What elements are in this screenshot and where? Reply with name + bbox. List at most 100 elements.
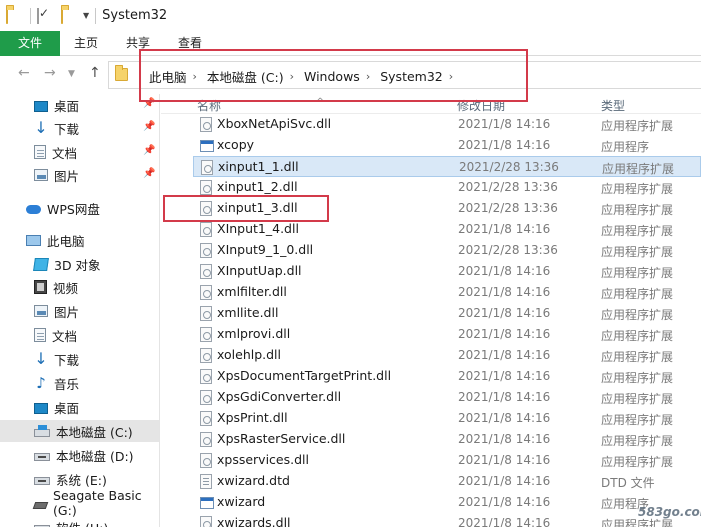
breadcrumb-system32[interactable]: System32 bbox=[380, 69, 443, 84]
file-row[interactable]: xinput1_2.dll 2021/2/28 13:36 应用程序扩展 bbox=[193, 177, 701, 198]
file-type: 应用程序扩展 bbox=[601, 371, 674, 385]
exe-icon bbox=[200, 140, 214, 152]
file-row[interactable]: xmlfilter.dll 2021/1/8 14:16 应用程序扩展 bbox=[193, 282, 701, 303]
tab-file[interactable]: 文件 bbox=[0, 31, 61, 56]
file-row[interactable]: xwizard 2021/1/8 14:16 应用程序 bbox=[193, 492, 701, 513]
nav-item-documents[interactable]: 文档 bbox=[0, 141, 159, 163]
breadcrumb-this-pc[interactable]: 此电脑 bbox=[149, 67, 187, 86]
file-name: XInput1_4.dll bbox=[217, 221, 299, 236]
new-folder-icon[interactable] bbox=[61, 7, 77, 24]
nav-item-desktop-pc[interactable]: 桌面 bbox=[0, 396, 159, 418]
file-type: 应用程序扩展 bbox=[601, 182, 674, 196]
nav-item-downloads-pc[interactable]: ↓ 下载 bbox=[0, 348, 159, 370]
file-name: xmlfilter.dll bbox=[217, 284, 287, 299]
file-type: 应用程序扩展 bbox=[601, 203, 674, 217]
file-date: 2021/1/8 14:16 bbox=[458, 138, 551, 152]
pin-icon[interactable]: 📌 bbox=[143, 145, 155, 156]
file-row[interactable]: XpsGdiConverter.dll 2021/1/8 14:16 应用程序扩展 bbox=[193, 387, 701, 408]
music-icon: ♪ bbox=[36, 374, 46, 392]
nav-item-music[interactable]: ♪ 音乐 bbox=[0, 372, 159, 394]
file-date: 2021/2/28 13:36 bbox=[459, 160, 559, 174]
file-name: XpsPrint.dll bbox=[217, 410, 288, 425]
file-row[interactable]: XpsDocumentTargetPrint.dll 2021/1/8 14:16… bbox=[193, 366, 701, 387]
nav-item-wps-cloud[interactable]: WPS网盘 bbox=[0, 197, 159, 219]
chevron-right-icon[interactable]: › bbox=[193, 70, 197, 83]
properties-icon[interactable] bbox=[37, 7, 53, 24]
file-row[interactable]: xinput1_3.dll 2021/2/28 13:36 应用程序扩展 bbox=[193, 198, 701, 219]
file-row[interactable]: XInput1_4.dll 2021/1/8 14:16 应用程序扩展 bbox=[193, 219, 701, 240]
file-row[interactable]: xinput1_1.dll 2021/2/28 13:36 应用程序扩展 bbox=[193, 156, 701, 177]
nav-item-seagate-g[interactable]: Seagate Basic (G:) bbox=[0, 488, 159, 518]
nav-item-local-disk-c[interactable]: 本地磁盘 (C:) bbox=[0, 420, 159, 442]
nav-item-label: 下载 bbox=[54, 352, 80, 368]
file-date: 2021/1/8 14:16 bbox=[458, 117, 551, 131]
file-name: XpsDocumentTargetPrint.dll bbox=[217, 368, 392, 383]
file-type: 应用程序扩展 bbox=[601, 434, 674, 448]
dll-icon bbox=[200, 369, 212, 384]
file-row[interactable]: XpsRasterService.dll 2021/1/8 14:16 应用程序扩展 bbox=[193, 429, 701, 450]
file-row[interactable]: XInputUap.dll 2021/1/8 14:16 应用程序扩展 bbox=[193, 261, 701, 282]
nav-item-desktop[interactable]: 桌面 bbox=[0, 94, 159, 116]
chevron-right-icon[interactable]: › bbox=[290, 70, 294, 83]
navigation-pane: 桌面 📌 ↓ 下载 📌 文档 📌 图片 📌 WPS网盘 此电脑 3D 对象 视频… bbox=[0, 94, 160, 527]
back-arrow-icon[interactable]: ← bbox=[18, 65, 30, 81]
file-date: 2021/1/8 14:16 bbox=[458, 285, 551, 299]
tab-home[interactable]: 主页 bbox=[60, 31, 112, 56]
file-row[interactable]: xolehlp.dll 2021/1/8 14:16 应用程序扩展 bbox=[193, 345, 701, 366]
pin-icon[interactable]: 📌 bbox=[143, 168, 155, 179]
chevron-right-icon[interactable]: › bbox=[449, 70, 453, 83]
nav-item-software-h[interactable]: 软件 (H:) bbox=[0, 516, 159, 527]
desktop-icon bbox=[34, 402, 48, 414]
nav-item-local-disk-d[interactable]: 本地磁盘 (D:) bbox=[0, 444, 159, 466]
nav-item-downloads[interactable]: ↓ 下载 bbox=[0, 117, 159, 139]
breadcrumb-windows[interactable]: Windows bbox=[304, 69, 360, 84]
file-type: 应用程序扩展 bbox=[601, 350, 674, 364]
up-arrow-icon[interactable]: ↑ bbox=[89, 65, 101, 81]
file-row[interactable]: XpsPrint.dll 2021/1/8 14:16 应用程序扩展 bbox=[193, 408, 701, 429]
file-type: 应用程序扩展 bbox=[601, 413, 674, 427]
breadcrumb-local-disk-c[interactable]: 本地磁盘 (C:) bbox=[207, 67, 284, 86]
tab-share[interactable]: 共享 bbox=[112, 31, 164, 56]
customize-quick-access-icon[interactable]: ▼ bbox=[83, 11, 89, 20]
tab-view[interactable]: 查看 bbox=[164, 31, 216, 56]
file-row[interactable]: XboxNetApiSvc.dll 2021/1/8 14:16 应用程序扩展 bbox=[193, 114, 701, 135]
file-row[interactable]: xmlprovi.dll 2021/1/8 14:16 应用程序扩展 bbox=[193, 324, 701, 345]
column-headers: ^ 名称 修改日期 类型 bbox=[161, 94, 701, 114]
nav-item-documents-pc[interactable]: 文档 bbox=[0, 324, 159, 346]
file-row[interactable]: xwizard.dtd 2021/1/8 14:16 DTD 文件 bbox=[193, 471, 701, 492]
file-row[interactable]: XInput9_1_0.dll 2021/2/28 13:36 应用程序扩展 bbox=[193, 240, 701, 261]
column-header-name[interactable]: 名称 bbox=[197, 97, 221, 114]
nav-item-label: 文档 bbox=[52, 328, 78, 344]
recent-locations-icon[interactable]: ▼ bbox=[68, 69, 75, 79]
drive-icon bbox=[34, 453, 50, 461]
dll-icon bbox=[200, 243, 212, 258]
nav-item-videos[interactable]: 视频 bbox=[0, 276, 159, 298]
file-name: xwizard.dtd bbox=[217, 473, 290, 488]
nav-item-system-e[interactable]: 系统 (E:) bbox=[0, 468, 159, 490]
file-row[interactable]: xcopy 2021/1/8 14:16 应用程序 bbox=[193, 135, 701, 156]
external-drive-icon bbox=[32, 501, 49, 509]
download-icon: ↓ bbox=[34, 349, 48, 368]
pin-icon[interactable]: 📌 bbox=[143, 121, 155, 132]
file-name: xwizard bbox=[217, 494, 266, 509]
nav-item-3d-objects[interactable]: 3D 对象 bbox=[0, 253, 159, 275]
file-row[interactable]: xmllite.dll 2021/1/8 14:16 应用程序扩展 bbox=[193, 303, 701, 324]
nav-item-this-pc[interactable]: 此电脑 bbox=[0, 229, 159, 251]
column-header-date[interactable]: 修改日期 bbox=[457, 97, 505, 114]
column-header-type[interactable]: 类型 bbox=[601, 97, 625, 114]
nav-item-pictures-pc[interactable]: 图片 bbox=[0, 300, 159, 322]
sort-ascending-icon: ^ bbox=[316, 97, 325, 108]
file-date: 2021/1/8 14:16 bbox=[458, 390, 551, 404]
forward-arrow-icon[interactable]: → bbox=[44, 65, 56, 81]
file-type: 应用程序扩展 bbox=[601, 308, 674, 322]
pin-icon[interactable]: 📌 bbox=[143, 98, 155, 109]
drive-icon bbox=[34, 477, 50, 485]
dll-icon bbox=[200, 327, 212, 342]
file-type: 应用程序扩展 bbox=[601, 266, 674, 280]
file-row[interactable]: xpsservices.dll 2021/1/8 14:16 应用程序扩展 bbox=[193, 450, 701, 471]
system-drive-icon bbox=[34, 425, 50, 437]
file-row[interactable]: xwizards.dll 2021/1/8 14:16 应用程序扩展 bbox=[193, 513, 701, 527]
address-bar[interactable]: 此电脑 › 本地磁盘 (C:) › Windows › System32 › bbox=[108, 61, 701, 89]
chevron-right-icon[interactable]: › bbox=[366, 70, 370, 83]
nav-item-pictures[interactable]: 图片 bbox=[0, 164, 159, 186]
